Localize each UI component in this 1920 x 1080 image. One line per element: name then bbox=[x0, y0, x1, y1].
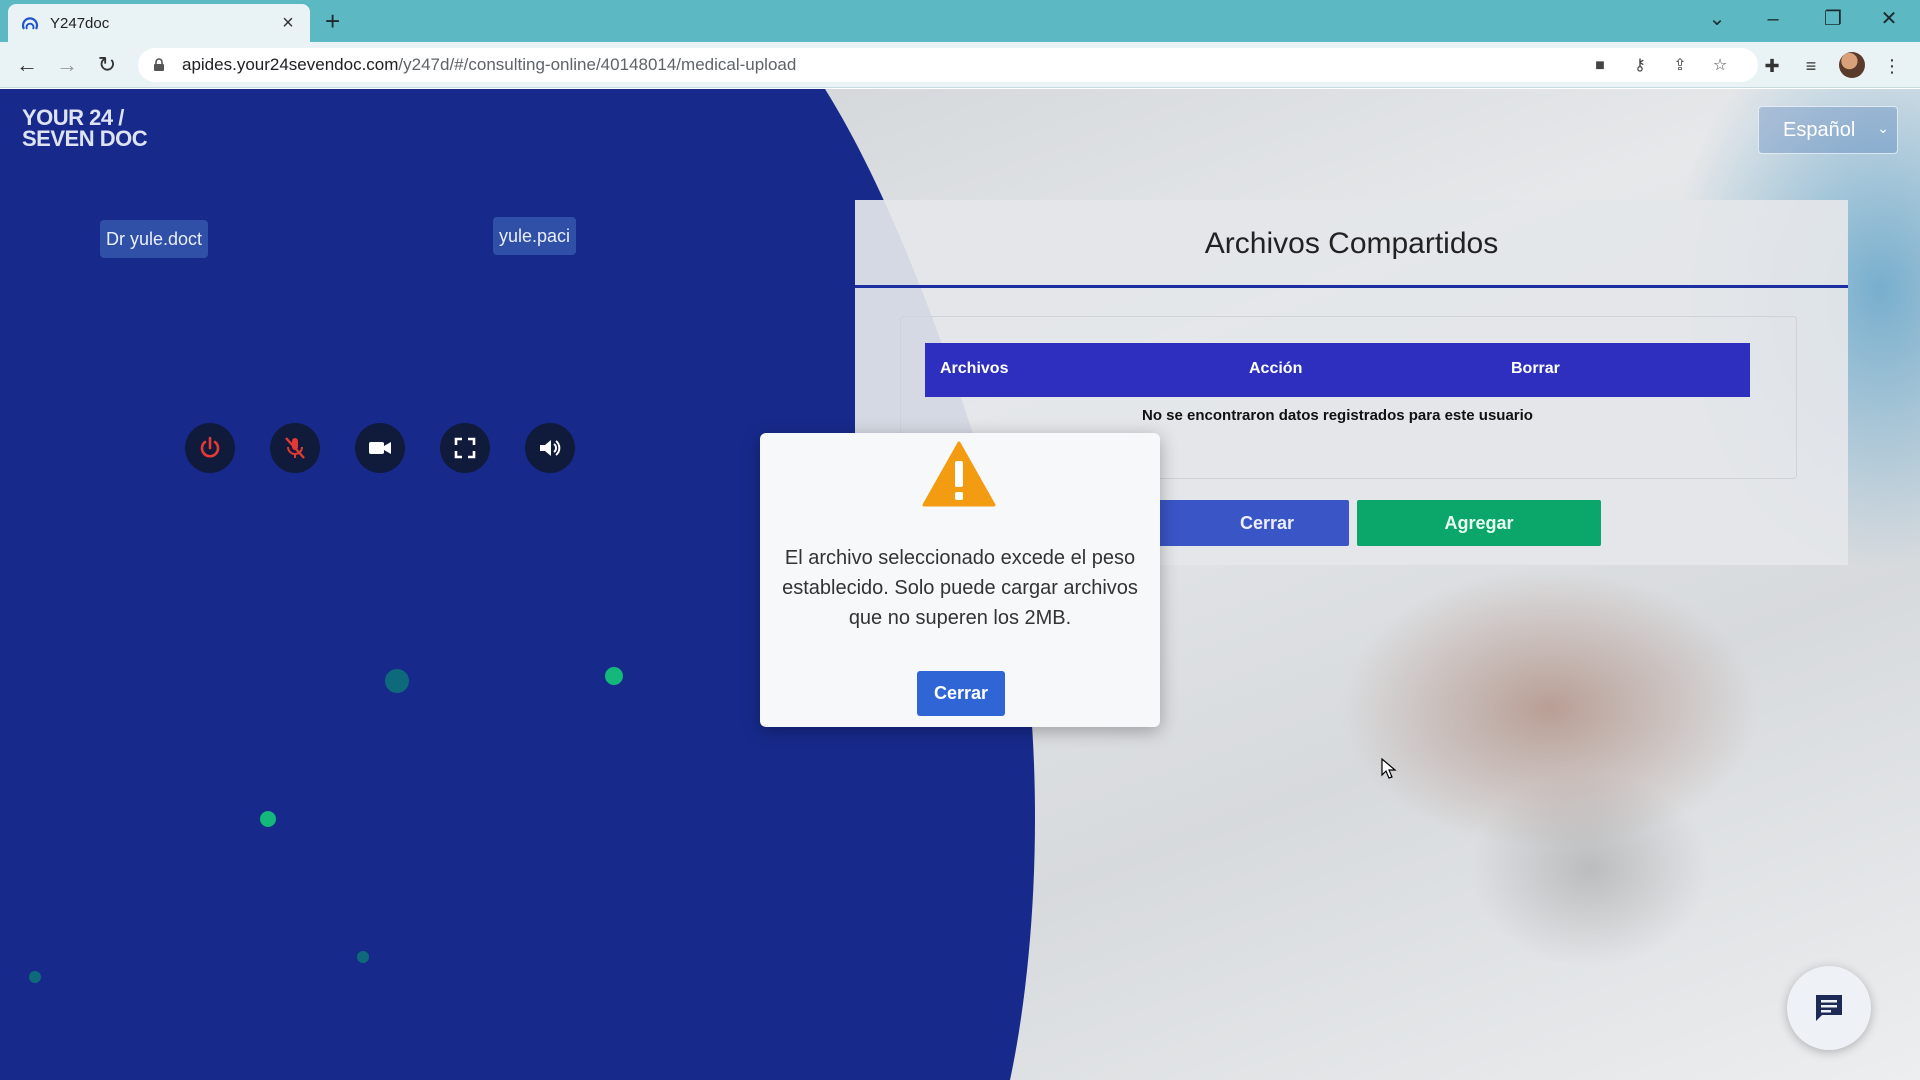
lock-icon bbox=[154, 58, 164, 71]
dialog-message: El archivo seleccionado excede el peso e… bbox=[782, 547, 1138, 629]
mute-button[interactable] bbox=[270, 423, 320, 473]
star-icon[interactable]: ☆ bbox=[1710, 56, 1730, 76]
decorative-dot bbox=[385, 669, 409, 693]
column-header-files: Archivos bbox=[940, 360, 1009, 377]
browser-tab[interactable]: Y247doc × bbox=[8, 4, 310, 42]
column-header-action: Acción bbox=[1249, 360, 1303, 377]
files-table-header: Archivos Acción Borrar bbox=[925, 343, 1750, 397]
tab-search-chevron-icon[interactable]: ⌄ bbox=[1694, 4, 1740, 34]
media-icon[interactable]: ≡ bbox=[1799, 54, 1823, 78]
video-camera-icon bbox=[369, 442, 391, 454]
back-icon[interactable]: ← bbox=[12, 50, 42, 80]
restore-icon[interactable]: ❐ bbox=[1810, 4, 1856, 34]
decorative-dot bbox=[605, 667, 623, 685]
file-size-warning-dialog: El archivo seleccionado excede el peso e… bbox=[760, 433, 1160, 727]
volume-icon bbox=[540, 440, 561, 456]
page-content: YOUR 24 / SEVEN DOC Español ⌄ Dr yule.do… bbox=[0, 89, 1920, 1080]
brand-logo[interactable]: YOUR 24 / SEVEN DOC bbox=[22, 107, 148, 150]
share-icon[interactable]: ⇪ bbox=[1670, 56, 1690, 76]
column-header-delete: Borrar bbox=[1511, 360, 1560, 377]
camera-icon[interactable]: ■ bbox=[1590, 56, 1610, 76]
volume-button[interactable] bbox=[525, 423, 575, 473]
fullscreen-button[interactable] bbox=[440, 423, 490, 473]
forward-icon[interactable]: → bbox=[52, 50, 82, 80]
patient-name-tag: yule.paci bbox=[493, 217, 577, 255]
decorative-dot bbox=[29, 971, 41, 983]
end-call-button[interactable] bbox=[185, 423, 235, 473]
language-select[interactable]: Español ⌄ bbox=[1758, 106, 1898, 154]
mouse-cursor-icon bbox=[1381, 758, 1397, 779]
dialog-close-button[interactable]: Cerrar bbox=[917, 671, 1005, 716]
language-value: Español bbox=[1783, 118, 1856, 141]
browser-toolbar: ← → ↻ apides.your24sevendoc.com/y247d/#/… bbox=[0, 42, 1920, 88]
doctor-name-tag: Dr yule.doct bbox=[100, 220, 209, 258]
browser-tab-bar: Y247doc × + ⌄ – ❐ ✕ bbox=[0, 0, 1920, 42]
minimize-icon[interactable]: – bbox=[1750, 4, 1796, 34]
reload-icon[interactable]: ↻ bbox=[92, 50, 122, 80]
tab-title: Y247doc bbox=[50, 14, 110, 32]
fullscreen-icon bbox=[454, 437, 476, 459]
panel-close-button[interactable]: Cerrar bbox=[1145, 500, 1349, 546]
decorative-dot bbox=[260, 811, 276, 827]
profile-avatar[interactable] bbox=[1839, 52, 1865, 78]
new-tab-icon[interactable]: + bbox=[325, 6, 340, 37]
power-icon bbox=[200, 436, 220, 458]
warning-icon bbox=[922, 441, 996, 507]
add-file-button[interactable]: Agregar bbox=[1357, 500, 1601, 546]
extensions-icon[interactable]: ✚ bbox=[1760, 54, 1784, 78]
decorative-dot bbox=[357, 951, 369, 963]
url-text: apides.your24sevendoc.com/y247d/#/consul… bbox=[182, 55, 797, 74]
tab-close-icon[interactable]: × bbox=[278, 12, 298, 35]
mic-off-icon bbox=[285, 437, 305, 459]
panel-title: Archivos Compartidos bbox=[855, 200, 1848, 288]
empty-table-message: No se encontraron datos registrados para… bbox=[1142, 407, 1533, 424]
chat-icon bbox=[1816, 995, 1842, 1021]
window-close-icon[interactable]: ✕ bbox=[1866, 4, 1912, 34]
menu-icon[interactable]: ⋮ bbox=[1880, 54, 1904, 78]
site-favicon-icon bbox=[20, 13, 40, 33]
chat-button[interactable] bbox=[1787, 966, 1871, 1050]
camera-button[interactable] bbox=[355, 423, 405, 473]
key-icon[interactable]: ⚷ bbox=[1630, 56, 1650, 76]
chevron-down-icon: ⌄ bbox=[1877, 120, 1889, 136]
address-bar[interactable]: apides.your24sevendoc.com/y247d/#/consul… bbox=[138, 48, 1758, 82]
